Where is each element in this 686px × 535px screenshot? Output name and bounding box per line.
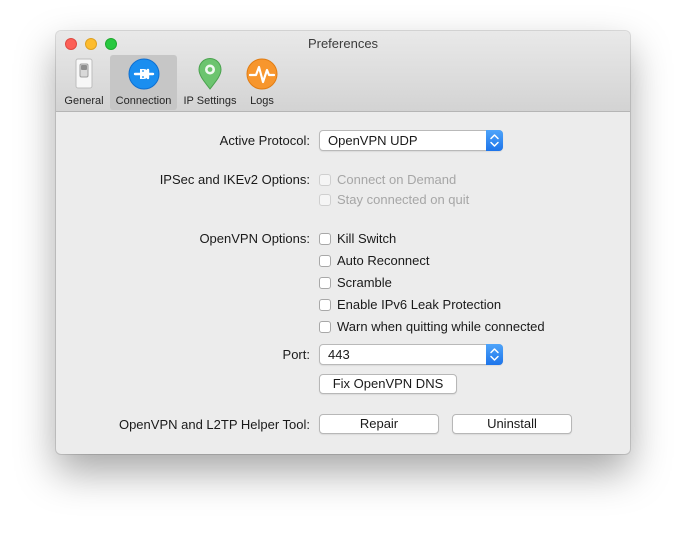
window-title: Preferences: [307, 36, 379, 51]
switch-icon: [67, 57, 101, 91]
pulse-icon: [245, 57, 279, 91]
scramble-label: Scramble: [337, 275, 392, 290]
warn-when-quitting-label: Warn when quitting while connected: [337, 319, 545, 334]
kill-switch-label: Kill Switch: [337, 231, 397, 246]
uninstall-button[interactable]: Uninstall: [452, 414, 572, 434]
repair-button[interactable]: Repair: [319, 414, 439, 434]
toolbar-label-general: General: [64, 95, 104, 107]
checkbox-box: [319, 277, 331, 289]
toolbar-item-connection[interactable]: Connection: [110, 55, 177, 110]
port-popup[interactable]: 443: [319, 344, 503, 365]
preferences-window: Preferences General Connection IP Settin…: [56, 31, 630, 454]
checkbox-box: [319, 174, 331, 186]
toolbar-item-ip-settings[interactable]: IP Settings: [180, 55, 240, 110]
ipsec-options-label: IPSec and IKEv2 Options:: [159, 172, 310, 187]
active-protocol-value: OpenVPN UDP: [328, 133, 418, 148]
checkbox-box: [319, 321, 331, 333]
toolbar-label-connection: Connection: [115, 95, 172, 107]
plug-icon: [127, 57, 161, 91]
active-protocol-label: Active Protocol:: [219, 133, 310, 148]
toolbar-item-general[interactable]: General: [62, 55, 106, 110]
stay-connected-on-quit-label: Stay connected on quit: [337, 192, 470, 207]
active-protocol-popup[interactable]: OpenVPN UDP: [319, 130, 503, 151]
checkbox-box: [319, 255, 331, 267]
chevron-up-down-icon: [486, 344, 503, 365]
checkbox-box: [319, 194, 331, 206]
toolbar-label-ip-settings: IP Settings: [183, 95, 237, 107]
openvpn-options-label: OpenVPN Options:: [199, 231, 310, 246]
fix-openvpn-dns-button[interactable]: Fix OpenVPN DNS: [319, 374, 457, 394]
titlebar: Preferences General Connection IP Settin…: [56, 31, 630, 112]
toolbar-label-logs: Logs: [250, 95, 274, 107]
checkbox-box: [319, 233, 331, 245]
connection-pane: Active Protocol: OpenVPN UDP IPSec and I…: [56, 112, 630, 454]
port-label: Port:: [282, 347, 310, 362]
auto-reconnect-label: Auto Reconnect: [337, 253, 430, 268]
connect-on-demand-label: Connect on Demand: [337, 172, 457, 187]
helper-tool-label: OpenVPN and L2TP Helper Tool:: [118, 417, 310, 432]
ipv6-leak-protection-label: Enable IPv6 Leak Protection: [337, 297, 502, 312]
checkbox-box: [319, 299, 331, 311]
toolbar-item-logs[interactable]: Logs: [243, 55, 281, 110]
location-pin-icon: [193, 57, 227, 91]
chevron-up-down-icon: [486, 130, 503, 151]
port-value: 443: [328, 347, 350, 362]
